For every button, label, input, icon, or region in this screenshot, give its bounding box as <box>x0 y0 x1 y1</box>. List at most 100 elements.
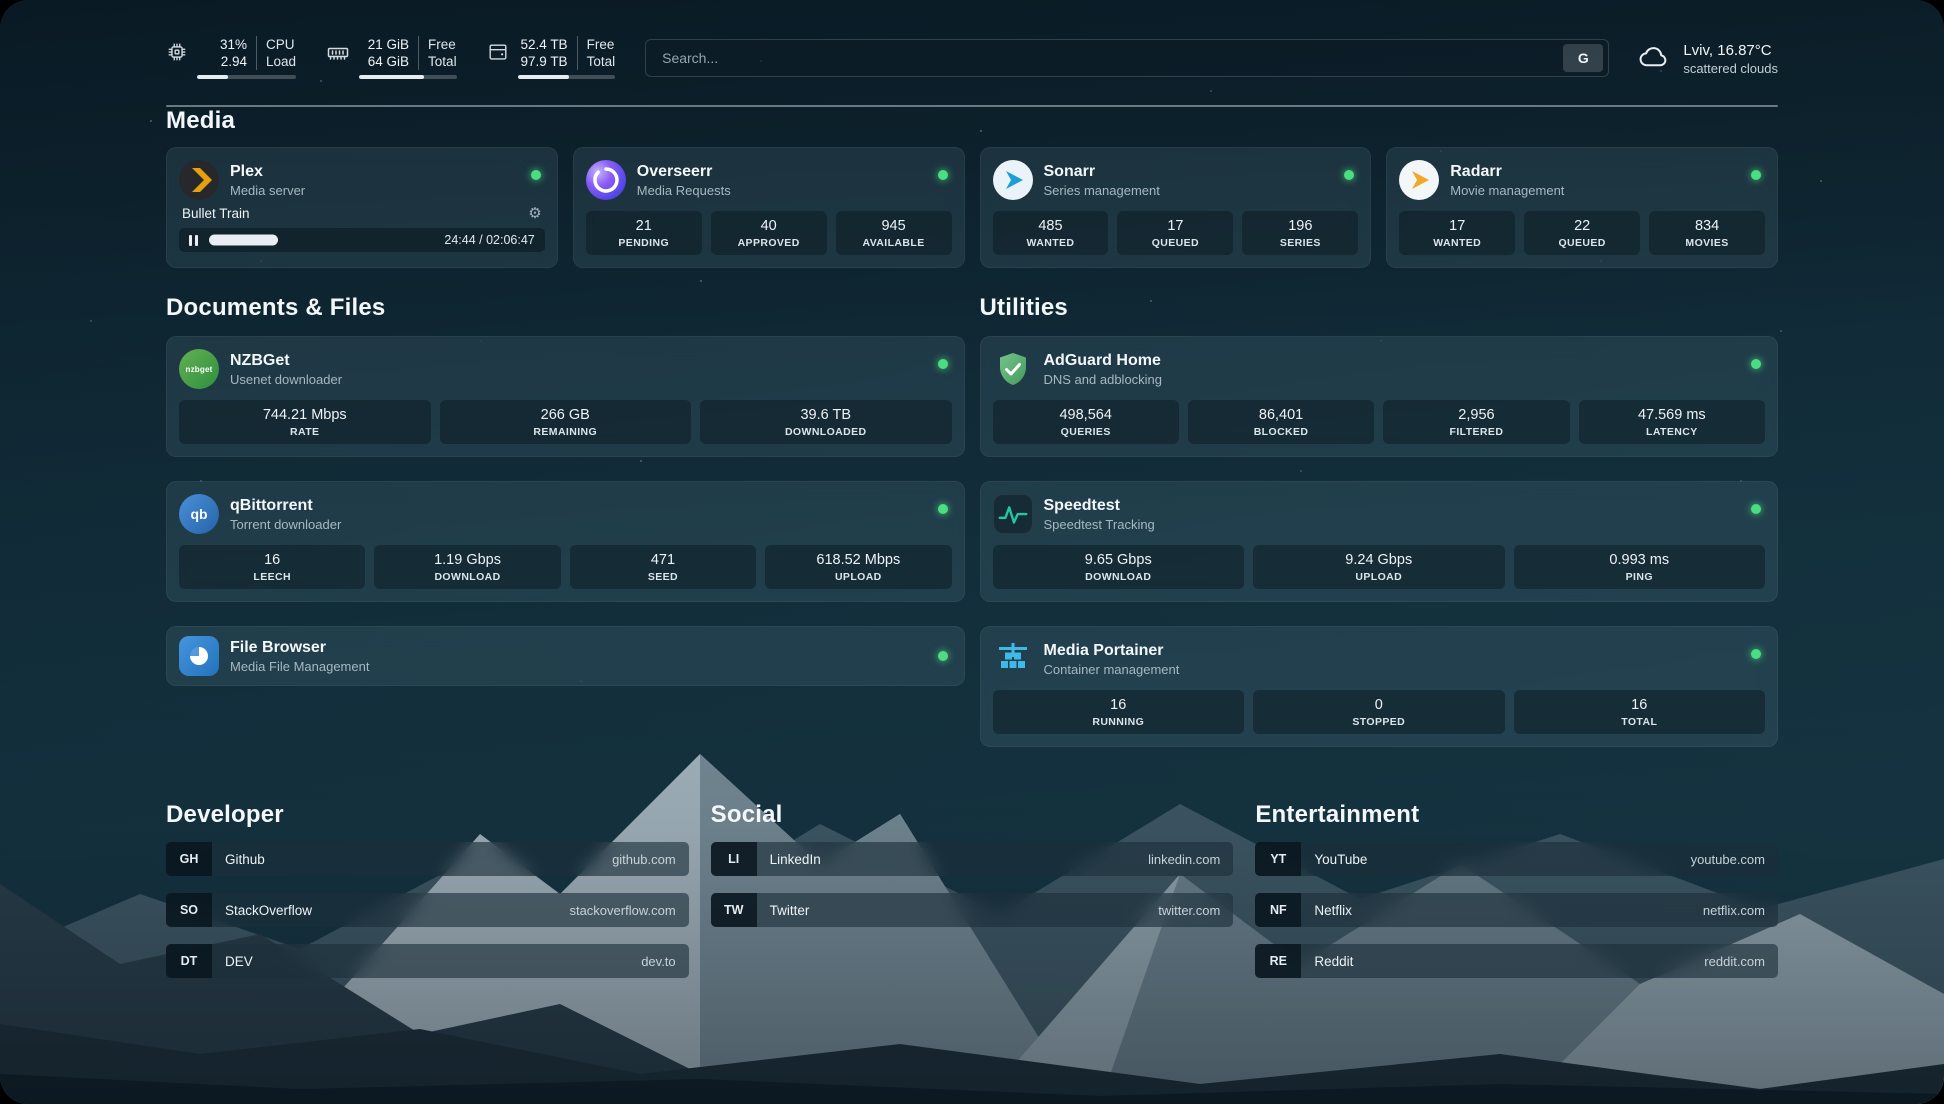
stat-label: LEECH <box>181 571 363 583</box>
stat-box: 471SEED <box>570 545 756 589</box>
bookmark-github[interactable]: GH Github github.com <box>166 842 689 876</box>
section-title-documents: Documents & Files <box>166 294 965 322</box>
radarr-card[interactable]: Radarr Movie management 17WANTED 22QUEUE… <box>1386 147 1778 268</box>
sonarr-card[interactable]: Sonarr Series management 485WANTED 17QUE… <box>980 147 1372 268</box>
service-subtitle: Series management <box>1044 183 1160 198</box>
stat-label: WANTED <box>995 237 1107 249</box>
stat-value: 618.52 Mbps <box>767 552 949 568</box>
dashboard-screen: 31% 2.94 CPU Load <box>0 0 1944 1104</box>
nzbget-card[interactable]: nzbget NZBGet Usenet downloader 744.21 M… <box>166 336 965 457</box>
bookmark-name: Reddit <box>1314 954 1353 969</box>
status-dot <box>1751 504 1761 514</box>
stat-value: 17 <box>1119 218 1231 234</box>
memory-free-value: 21 GiB <box>368 36 409 53</box>
gear-icon[interactable]: ⚙ <box>528 206 541 221</box>
memory-total-label: Total <box>428 53 457 70</box>
stat-box: 485WANTED <box>993 211 1109 255</box>
stat-label: FILTERED <box>1385 426 1567 438</box>
service-subtitle: Media Requests <box>637 183 731 198</box>
status-dot <box>938 504 948 514</box>
search-input[interactable] <box>660 49 1563 67</box>
status-dot <box>1751 359 1761 369</box>
bookmark-stackoverflow[interactable]: SO StackOverflow stackoverflow.com <box>166 893 689 927</box>
stat-label: RATE <box>181 426 429 438</box>
status-dot <box>531 170 541 180</box>
section-title-social: Social <box>711 801 1234 829</box>
search-bar: G <box>645 39 1609 77</box>
cpu-progressbar <box>197 75 296 79</box>
portainer-card[interactable]: Media Portainer Container management 16R… <box>980 626 1779 747</box>
stat-value: 266 GB <box>442 407 690 423</box>
weather-widget: Lviv, 16.87°C scattered clouds <box>1637 39 1778 78</box>
stat-label: QUEUED <box>1526 237 1638 249</box>
service-name: Media Portainer <box>1044 642 1180 660</box>
stat-value: 0.993 ms <box>1516 552 1764 568</box>
stat-value: 9.24 Gbps <box>1255 552 1503 568</box>
bookmark-url: netflix.com <box>1703 903 1765 918</box>
stat-label: TOTAL <box>1516 716 1764 728</box>
stat-divider <box>418 36 419 70</box>
search-provider-button[interactable]: G <box>1563 44 1603 72</box>
status-dot <box>938 170 948 180</box>
stat-label: PING <box>1516 571 1764 583</box>
stat-value: 16 <box>181 552 363 568</box>
disk-widget: 52.4 TB 97.9 TB Free Total <box>487 36 616 79</box>
stat-box: 834MOVIES <box>1649 211 1765 255</box>
stat-value: 498,564 <box>995 407 1177 423</box>
disk-icon <box>487 41 509 68</box>
stat-value: 196 <box>1244 218 1356 234</box>
radarr-icon <box>1399 160 1439 200</box>
bookmark-youtube[interactable]: YT YouTube youtube.com <box>1255 842 1778 876</box>
service-subtitle: Media File Management <box>230 659 369 674</box>
memory-widget: 21 GiB 64 GiB Free Total <box>326 36 457 79</box>
stat-box: 0STOPPED <box>1253 690 1505 734</box>
bookmark-linkedin[interactable]: LI LinkedIn linkedin.com <box>711 842 1234 876</box>
stat-value: 40 <box>713 218 825 234</box>
stat-box: 0.993 ms PING <box>1514 545 1766 589</box>
bookmark-dev[interactable]: DT DEV dev.to <box>166 944 689 978</box>
stat-box: 17WANTED <box>1399 211 1515 255</box>
stat-box: 744.21 MbpsRATE <box>179 400 431 444</box>
cloud-icon <box>1637 39 1671 78</box>
cpu-load-label: Load <box>266 53 296 70</box>
service-name: Overseerr <box>637 163 731 181</box>
speedtest-card[interactable]: Speedtest Speedtest Tracking 9.65 GbpsDO… <box>980 481 1779 602</box>
weather-location-temp: Lviv, 16.87°C <box>1683 42 1778 59</box>
stat-box: 618.52 MbpsUPLOAD <box>765 545 951 589</box>
stat-box: 16RUNNING <box>993 690 1245 734</box>
qbittorrent-icon: qb <box>179 494 219 534</box>
stat-value: 17 <box>1401 218 1513 234</box>
playback-progress <box>209 235 278 246</box>
stat-value: 2,956 <box>1385 407 1567 423</box>
plex-icon <box>179 160 219 200</box>
topbar: 31% 2.94 CPU Load <box>166 36 1778 79</box>
stat-label: QUEUED <box>1119 237 1231 249</box>
stat-label: RUNNING <box>995 716 1243 728</box>
playback-bar[interactable]: 24:44 / 02:06:47 <box>179 228 545 252</box>
stat-label: PENDING <box>588 237 700 249</box>
entertainment-column: Entertainment YT YouTube youtube.com NF … <box>1255 801 1778 978</box>
stat-label: MOVIES <box>1651 237 1763 249</box>
stat-box: 9.24 GbpsUPLOAD <box>1253 545 1505 589</box>
qbittorrent-card[interactable]: qb qBittorrent Torrent downloader 16LEEC… <box>166 481 965 602</box>
stat-label: LATENCY <box>1581 426 1763 438</box>
filebrowser-card[interactable]: File Browser Media File Management <box>166 626 965 686</box>
nzbget-icon: nzbget <box>179 349 219 389</box>
service-name: File Browser <box>230 639 369 657</box>
bookmark-reddit[interactable]: RE Reddit reddit.com <box>1255 944 1778 978</box>
stat-value: 945 <box>838 218 950 234</box>
pause-icon[interactable] <box>189 235 198 246</box>
service-subtitle: Torrent downloader <box>230 517 341 532</box>
bookmark-name: StackOverflow <box>225 903 312 918</box>
bookmark-netflix[interactable]: NF Netflix netflix.com <box>1255 893 1778 927</box>
disk-progressbar <box>518 75 616 79</box>
overseerr-card[interactable]: Overseerr Media Requests 21PENDING 40APP… <box>573 147 965 268</box>
bookmark-twitter[interactable]: TW Twitter twitter.com <box>711 893 1234 927</box>
plex-card[interactable]: Plex Media server Bullet Train ⚙ 24:44 /… <box>166 147 558 268</box>
bookmark-url: dev.to <box>641 954 675 969</box>
cpu-widget: 31% 2.94 CPU Load <box>166 36 296 79</box>
disk-free-label: Free <box>587 36 616 53</box>
system-stats: 31% 2.94 CPU Load <box>166 36 615 79</box>
stat-label: DOWNLOAD <box>376 571 558 583</box>
adguard-card[interactable]: AdGuard Home DNS and adblocking 498,564Q… <box>980 336 1779 457</box>
